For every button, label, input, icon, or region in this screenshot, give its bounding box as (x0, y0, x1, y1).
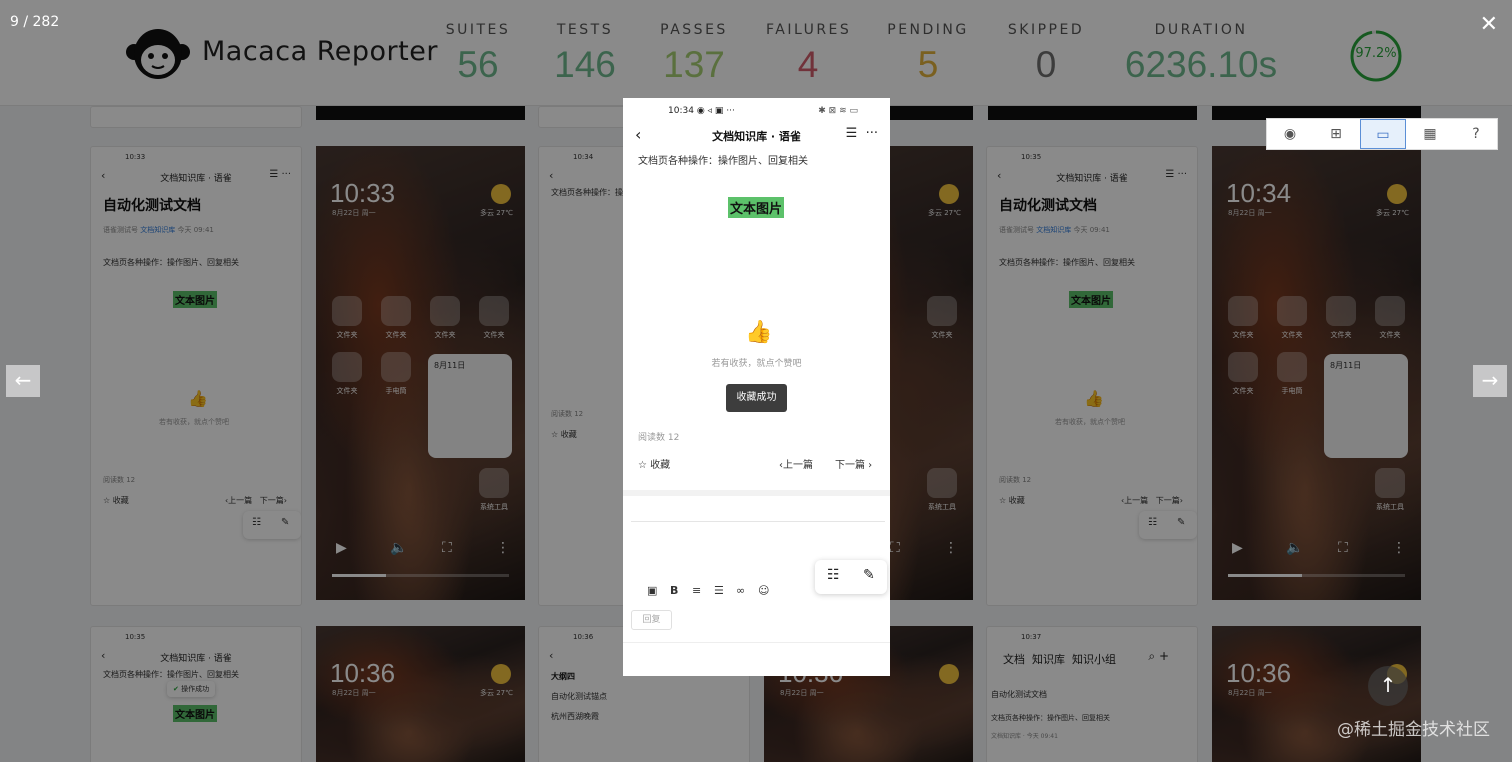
next-article: 下一篇 › (835, 460, 873, 471)
status-glyphs: ◉ ◃ ▣ ··· (696, 106, 735, 116)
enlarged-screenshot: 10:34 ◉ ◃ ▣ ··· ✱ ⊠ ≋ ▭ ‹ 文档知识库 · 语雀 ☰ ·… (623, 98, 890, 676)
like-hint: 若有收获，就点个赞吧 (711, 359, 802, 369)
close-icon[interactable]: ✕ (1480, 12, 1498, 37)
link-icon: ∞ (736, 584, 746, 597)
arrow-left-icon[interactable]: ← (6, 365, 40, 397)
read-count: 阅读数 12 (638, 433, 680, 443)
watermark: @稀土掘金技术社区 (1337, 720, 1490, 740)
reply-button: 回复 (631, 610, 672, 630)
status-time: 10:34 ◉ ◃ ▣ ··· (668, 106, 735, 116)
status-right: ✱ ⊠ ≋ ▭ (818, 106, 858, 116)
bold-icon: B (670, 584, 679, 597)
help-icon[interactable]: ? (1453, 119, 1499, 149)
emoji-icon: ☺ (758, 584, 770, 597)
eye-icon[interactable]: ◉ (1267, 119, 1313, 149)
divider (623, 490, 890, 496)
menu-icon: ☰ ··· (845, 126, 878, 141)
next-article-label: 下一篇 (835, 460, 865, 471)
bullet-list-icon: ☰ (714, 584, 724, 597)
image-counter: 9 / 282 (10, 14, 60, 30)
thumbs-up-icon: 👍 (745, 320, 773, 345)
pencil-icon: ✎ (863, 567, 875, 583)
sitemap-icon[interactable]: ⊞ (1313, 119, 1359, 149)
table-icon[interactable]: ▦ (1407, 119, 1453, 149)
star-icon: ☆ (638, 460, 647, 471)
scroll-to-top-icon[interactable]: ↑ (1368, 666, 1408, 706)
bottom-divider (623, 642, 890, 643)
floating-tools: ☷ ✎ (815, 560, 887, 594)
screenshot-icon[interactable]: ▭ (1360, 119, 1406, 149)
view-mode-toolbar: ◉ ⊞ ▭ ▦ ? (1266, 118, 1498, 150)
outline-icon: ☷ (827, 567, 840, 583)
prev-article-label: 上一篇 (783, 460, 813, 471)
status-time-text: 10:34 (668, 106, 694, 116)
favorite-label: 收藏 (650, 460, 671, 471)
ordered-list-icon: ≡ (692, 584, 702, 597)
arrow-right-icon[interactable]: → (1473, 365, 1507, 397)
doc-body: 文档页各种操作：操作图片、回复相关 (638, 156, 808, 167)
toast: 收藏成功 (726, 384, 787, 412)
image-icon: ▣ (647, 584, 658, 597)
highlight-text: 文本图片 (728, 197, 785, 218)
prev-article: ‹上一篇 (779, 460, 813, 471)
favorite: ☆ 收藏 (638, 456, 670, 471)
